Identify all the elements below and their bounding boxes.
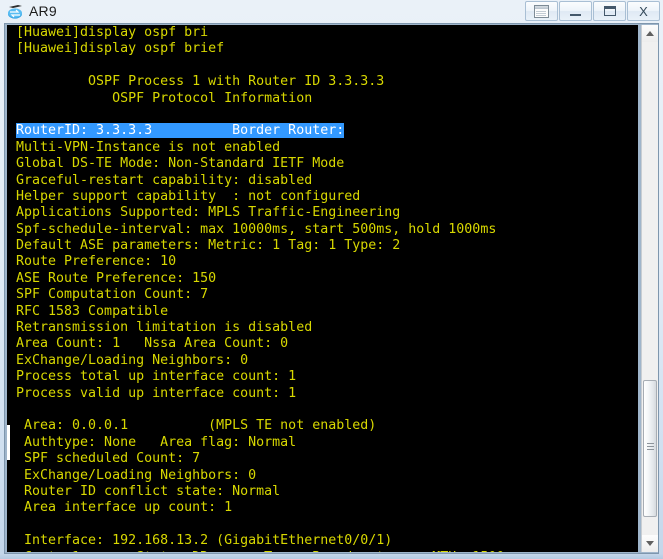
window-bottom-edge — [0, 554, 663, 559]
minimize-button[interactable] — [559, 1, 592, 21]
terminal-line: Spf-schedule-interval: max 10000ms, star… — [16, 221, 497, 237]
chevron-down-icon — [646, 541, 654, 546]
terminal-line: ExChange/Loading Neighbors: 0 — [16, 467, 257, 483]
router-icon — [6, 2, 25, 21]
terminal-line: Router ID conflict state: Normal — [16, 483, 281, 499]
restore-all-button[interactable] — [525, 1, 558, 21]
terminal-output[interactable]: [Huawei]display ospf bri [Huawei]display … — [7, 25, 638, 552]
terminal-line: [Huawei]display ospf brief — [16, 41, 225, 57]
scroll-up-arrow[interactable] — [642, 25, 658, 42]
terminal-line: Area: 0.0.0.1 (MPLS TE not enabled) — [16, 418, 377, 434]
terminal-line: Helper support capability : not configur… — [16, 188, 361, 204]
scroll-thumb[interactable] — [643, 380, 657, 517]
terminal-line: Graceful-restart capability: disabled — [16, 172, 313, 188]
vertical-scrollbar[interactable] — [641, 25, 658, 552]
terminal-line: ASE Route Preference: 150 — [16, 270, 217, 286]
window-title: AR9 — [29, 3, 57, 19]
maximize-button[interactable] — [593, 1, 626, 21]
scroll-thumb-grip — [647, 443, 654, 452]
terminal-line: Global DS-TE Mode: Non-Standard IETF Mod… — [16, 156, 345, 172]
terminal-line: Retransmission limitation is disabled — [16, 320, 313, 336]
terminal-line: Area Count: 1 Nssa Area Count: 0 — [16, 336, 289, 352]
minimize-icon — [560, 2, 591, 20]
restore-all-icon — [526, 2, 557, 20]
terminal-line: OSPF Process 1 with Router ID 3.3.3.3 — [16, 74, 385, 90]
title-bar[interactable]: AR9 X — [0, 0, 663, 23]
selection-edge-marker — [7, 425, 10, 460]
terminal-line: Process valid up interface count: 1 — [16, 385, 297, 401]
terminal-line: Multi-VPN-Instance is not enabled — [16, 139, 281, 155]
close-button[interactable]: X — [627, 1, 660, 21]
terminal-window: AR9 X [Huawei]display ospf bri [Huawei]di… — [0, 0, 663, 559]
terminal-line: Process total up interface count: 1 — [16, 369, 297, 385]
terminal-line: Cost: 1 State: DR Type: Broadcast MTU: 1… — [7, 550, 638, 553]
terminal-line: Route Preference: 10 — [16, 254, 177, 270]
terminal-line: Default ASE parameters: Metric: 1 Tag: 1… — [16, 238, 401, 254]
terminal-line: [Huawei]display ospf bri — [16, 25, 209, 40]
terminal-frame: [Huawei]display ospf bri [Huawei]display … — [4, 23, 659, 554]
close-icon: X — [639, 3, 648, 19]
terminal-line: SPF Computation Count: 7 — [16, 287, 209, 303]
scroll-down-arrow[interactable] — [642, 535, 658, 552]
terminal-selection: RouterID: 3.3.3.3 Border Router: — [16, 123, 345, 139]
chevron-up-icon — [646, 31, 654, 36]
terminal-line: ExChange/Loading Neighbors: 0 — [16, 352, 249, 368]
terminal-line: RouterID: 3.3.3.3 Border Router: — [7, 123, 638, 139]
terminal-line: Applications Supported: MPLS Traffic-Eng… — [16, 205, 401, 221]
terminal-line: Area interface up count: 1 — [16, 500, 233, 516]
terminal-line: RFC 1583 Compatible — [16, 303, 169, 319]
terminal-line: Authtype: None Area flag: Normal — [16, 434, 297, 450]
terminal-line: OSPF Protocol Information — [16, 90, 313, 106]
terminal-line: SPF scheduled Count: 7 — [16, 451, 201, 467]
terminal-line: Interface: 192.168.13.2 (GigabitEthernet… — [16, 533, 393, 549]
terminal-line-list: [Huawei]display ospf bri [Huawei]display … — [7, 25, 638, 552]
maximize-icon — [594, 2, 625, 20]
